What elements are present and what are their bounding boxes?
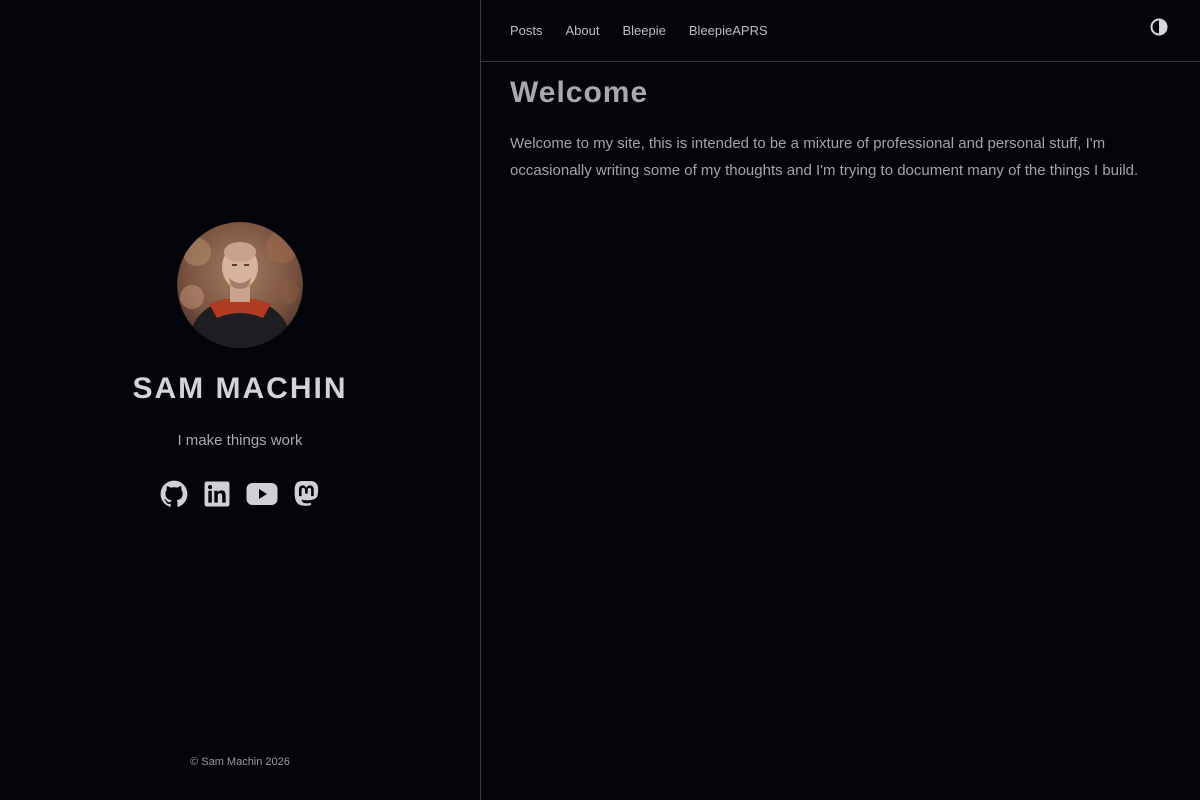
github-link[interactable] <box>160 479 188 509</box>
nav-item-bleepie[interactable]: Bleepie <box>623 23 666 38</box>
nav-item-posts[interactable]: Posts <box>510 23 543 38</box>
page-layout: SAM MACHIN I make things work © Sam Mach… <box>0 0 1200 800</box>
site-name: SAM MACHIN <box>132 372 348 405</box>
nav-item-bleepieaprs[interactable]: BleepieAPRS <box>689 23 768 38</box>
profile: SAM MACHIN I make things work <box>0 222 480 509</box>
youtube-icon <box>246 483 278 505</box>
top-navigation: Posts About Bleepie BleepieAPRS <box>481 0 1200 62</box>
tagline: I make things work <box>177 432 303 449</box>
main-content: Posts About Bleepie BleepieAPRS Welcome … <box>481 0 1200 800</box>
nav-item-about[interactable]: About <box>566 23 600 38</box>
sidebar: SAM MACHIN I make things work © Sam Mach… <box>0 0 481 800</box>
theme-toggle-button[interactable] <box>1150 18 1168 36</box>
github-icon <box>160 480 188 507</box>
contrast-icon <box>1150 18 1168 36</box>
content-area: Welcome Welcome to my site, this is inte… <box>481 62 1200 184</box>
intro-paragraph: Welcome to my site, this is intended to … <box>510 135 1139 179</box>
mastodon-link[interactable] <box>294 479 320 509</box>
avatar <box>177 222 303 348</box>
page-title: Welcome <box>510 76 649 109</box>
linkedin-icon <box>204 481 230 507</box>
youtube-link[interactable] <box>246 479 278 509</box>
linkedin-link[interactable] <box>204 479 230 509</box>
social-links <box>160 479 320 509</box>
mastodon-icon <box>294 481 319 506</box>
copyright: © Sam Machin 2026 <box>190 756 290 768</box>
